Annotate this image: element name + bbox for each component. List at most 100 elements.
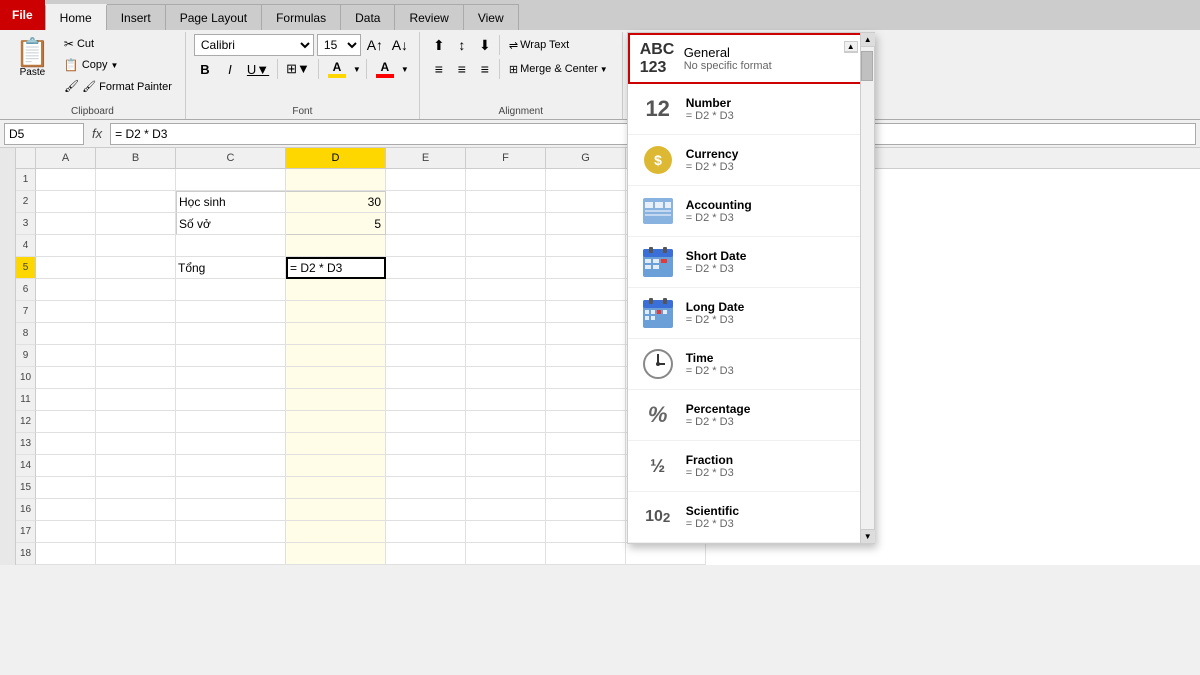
font-shrink-button[interactable]: A↓ <box>389 34 411 56</box>
cell-f11[interactable] <box>466 389 546 411</box>
cell-b12[interactable] <box>96 411 176 433</box>
cell-c2[interactable]: Học sinh <box>176 191 286 213</box>
cell-g7[interactable] <box>546 301 626 323</box>
col-header-f[interactable]: F <box>466 148 546 168</box>
cell-f2[interactable] <box>466 191 546 213</box>
cell-f9[interactable] <box>466 345 546 367</box>
cell-d10[interactable] <box>286 367 386 389</box>
cell-g9[interactable] <box>546 345 626 367</box>
row-num-16[interactable]: 16 <box>16 499 36 521</box>
format-item-number[interactable]: 12 Number = D2 * D3 <box>628 84 874 135</box>
tab-pagelayout[interactable]: Page Layout <box>166 4 262 30</box>
tab-file[interactable]: File <box>0 0 45 30</box>
cell-b7[interactable] <box>96 301 176 323</box>
cell-e2[interactable] <box>386 191 466 213</box>
cell-b14[interactable] <box>96 455 176 477</box>
col-header-e[interactable]: E <box>386 148 466 168</box>
cell-c5[interactable]: Tổng <box>176 257 286 279</box>
cell-b9[interactable] <box>96 345 176 367</box>
cell-f14[interactable] <box>466 455 546 477</box>
cell-f17[interactable] <box>466 521 546 543</box>
cell-g12[interactable] <box>546 411 626 433</box>
cell-d6[interactable] <box>286 279 386 301</box>
col-header-d[interactable]: D <box>286 148 386 168</box>
format-painter-button[interactable]: 🖌 🖌 Format Painter <box>59 76 177 96</box>
cell-g14[interactable] <box>546 455 626 477</box>
cell-g2[interactable] <box>546 191 626 213</box>
cell-f7[interactable] <box>466 301 546 323</box>
cell-b2[interactable] <box>96 191 176 213</box>
cell-a14[interactable] <box>36 455 96 477</box>
cell-f10[interactable] <box>466 367 546 389</box>
cell-b8[interactable] <box>96 323 176 345</box>
name-box[interactable]: D5 <box>4 123 84 145</box>
cell-f12[interactable] <box>466 411 546 433</box>
cell-f1[interactable] <box>466 169 546 191</box>
tab-data[interactable]: Data <box>341 4 395 30</box>
cell-b18[interactable] <box>96 543 176 565</box>
cell-a8[interactable] <box>36 323 96 345</box>
cell-a2[interactable] <box>36 191 96 213</box>
row-num-10[interactable]: 10 <box>16 367 36 389</box>
cell-e11[interactable] <box>386 389 466 411</box>
cell-c12[interactable] <box>176 411 286 433</box>
cell-a9[interactable] <box>36 345 96 367</box>
cell-c14[interactable] <box>176 455 286 477</box>
row-num-17[interactable]: 17 <box>16 521 36 543</box>
cell-d3[interactable]: 5 <box>286 213 386 235</box>
cell-e13[interactable] <box>386 433 466 455</box>
left-align-button[interactable]: ≡ <box>428 58 450 80</box>
font-name-select[interactable]: Calibri <box>194 34 314 56</box>
cell-a7[interactable] <box>36 301 96 323</box>
cell-f8[interactable] <box>466 323 546 345</box>
cell-b5[interactable] <box>96 257 176 279</box>
cell-a4[interactable] <box>36 235 96 257</box>
format-item-scientific[interactable]: 102 Scientific = D2 * D3 <box>628 492 874 543</box>
cell-c10[interactable] <box>176 367 286 389</box>
underline-button[interactable]: U▼ <box>244 58 272 80</box>
cut-button[interactable]: ✂ Cut <box>59 34 177 54</box>
fill-color-button[interactable]: A <box>324 58 350 80</box>
cell-a6[interactable] <box>36 279 96 301</box>
scroll-up-button[interactable]: ▲ <box>861 33 875 47</box>
font-grow-button[interactable]: A↑ <box>364 34 386 56</box>
cell-f5[interactable] <box>466 257 546 279</box>
cell-g8[interactable] <box>546 323 626 345</box>
cell-g3[interactable] <box>546 213 626 235</box>
fill-dropdown[interactable]: ▼ <box>353 65 361 74</box>
merge-center-button[interactable]: ⊞ Merge & Center ▼ <box>503 58 614 80</box>
cell-g5[interactable] <box>546 257 626 279</box>
tab-insert[interactable]: Insert <box>107 4 166 30</box>
row-num-18[interactable]: 18 <box>16 543 36 565</box>
cell-g15[interactable] <box>546 477 626 499</box>
scroll-up-btn[interactable]: ▲ <box>845 42 857 52</box>
cell-e1[interactable] <box>386 169 466 191</box>
cell-f6[interactable] <box>466 279 546 301</box>
cell-h18[interactable] <box>626 543 706 565</box>
cell-c11[interactable] <box>176 389 286 411</box>
cell-d13[interactable] <box>286 433 386 455</box>
bold-button[interactable]: B <box>194 58 216 80</box>
cell-f4[interactable] <box>466 235 546 257</box>
cell-e3[interactable] <box>386 213 466 235</box>
cell-b16[interactable] <box>96 499 176 521</box>
cell-a13[interactable] <box>36 433 96 455</box>
middle-align-button[interactable]: ↕ <box>451 34 473 56</box>
scroll-thumb[interactable] <box>861 51 873 81</box>
cell-e18[interactable] <box>386 543 466 565</box>
border-button[interactable]: ⊞▼ <box>283 58 313 80</box>
cell-d14[interactable] <box>286 455 386 477</box>
cell-d11[interactable] <box>286 389 386 411</box>
cell-g11[interactable] <box>546 389 626 411</box>
row-num-13[interactable]: 13 <box>16 433 36 455</box>
cell-c16[interactable] <box>176 499 286 521</box>
cell-e8[interactable] <box>386 323 466 345</box>
cell-b13[interactable] <box>96 433 176 455</box>
cell-c1[interactable] <box>176 169 286 191</box>
row-num-8[interactable]: 8 <box>16 323 36 345</box>
cell-c8[interactable] <box>176 323 286 345</box>
cell-b4[interactable] <box>96 235 176 257</box>
italic-button[interactable]: I <box>219 58 241 80</box>
scroll-down-button[interactable]: ▼ <box>861 529 875 543</box>
cell-e6[interactable] <box>386 279 466 301</box>
